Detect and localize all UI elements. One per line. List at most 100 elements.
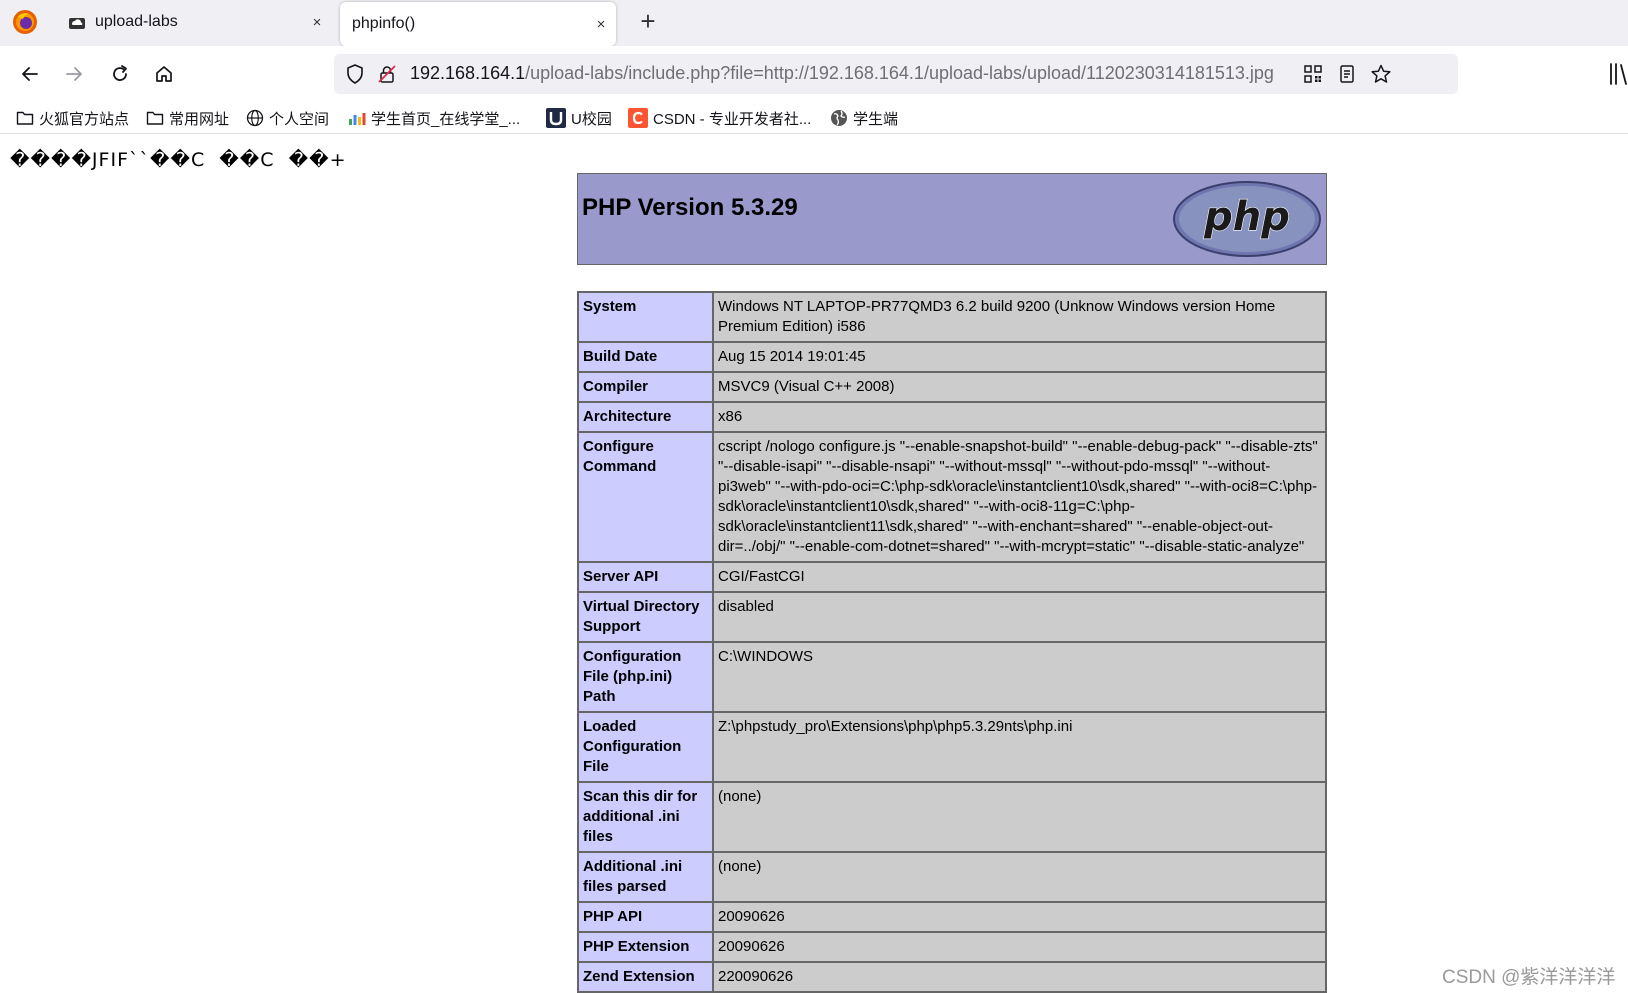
row-key: Compiler	[578, 372, 713, 402]
row-key: Loaded Configuration File	[578, 712, 713, 782]
bookmark-label: U校园	[571, 110, 612, 128]
row-value: cscript /nologo configure.js "--enable-s…	[713, 432, 1326, 562]
globe-icon	[831, 110, 847, 126]
table-row: Build Date Aug 15 2014 19:01:45	[578, 342, 1326, 372]
page-content: ����JFIF``��C ��C ��+ PHP Version 5.3.29…	[0, 135, 1628, 993]
address-bar[interactable]: 192.168.164.1/upload-labs/include.php?fi…	[334, 54, 1458, 94]
chart-icon	[349, 113, 366, 125]
reader-view-icon	[1340, 65, 1354, 83]
url-host: 192.168.164.1	[410, 63, 526, 83]
table-row: Scan this dir for additional .ini files(…	[578, 782, 1326, 852]
row-value: (none)	[713, 852, 1326, 902]
bookmark-u-campus[interactable]: U校园	[546, 106, 612, 130]
forward-button[interactable]	[58, 58, 90, 90]
navigation-toolbar: 192.168.164.1/upload-labs/include.php?fi…	[0, 46, 1628, 102]
row-key: Architecture	[578, 402, 713, 432]
table-row: Configure Command cscript /nologo configu…	[578, 432, 1326, 562]
row-value: (none)	[713, 782, 1326, 852]
tracking-protection-shield-icon[interactable]	[344, 63, 366, 85]
insecure-lock-icon[interactable]	[376, 63, 398, 85]
row-key: Server API	[578, 562, 713, 592]
home-icon	[156, 66, 172, 82]
home-button[interactable]	[148, 58, 180, 90]
tab-title: upload-labs	[95, 13, 178, 30]
table-row: Architecture x86	[578, 402, 1326, 432]
row-value: Z:\phpstudy_pro\Extensions\php\php5.3.29…	[713, 712, 1326, 782]
bookmark-label: 常用网址	[169, 110, 230, 128]
bookmark-csdn[interactable]: CSDN - 专业开发者社...	[628, 106, 811, 130]
table-row: PHP API 20090626	[578, 902, 1326, 932]
row-key: System	[578, 292, 713, 342]
bookmark-label: CSDN - 专业开发者社...	[653, 110, 812, 128]
svg-text:php: php	[1203, 194, 1290, 240]
firefox-logo-icon[interactable]	[12, 9, 38, 35]
new-tab-button[interactable]: +	[632, 6, 664, 38]
php-logo: php	[1173, 181, 1321, 257]
library-icon[interactable]	[1608, 60, 1628, 88]
row-value: C:\WINDOWS	[713, 642, 1326, 712]
row-value: Aug 15 2014 19:01:45	[713, 342, 1326, 372]
star-icon	[1371, 64, 1391, 83]
tab-title: phpinfo()	[352, 15, 416, 32]
arrow-left-icon	[22, 67, 38, 81]
bookmark-label: 学生端	[853, 110, 899, 128]
row-value: 220090626	[713, 962, 1326, 992]
row-value: Windows NT LAPTOP-PR77QMD3 6.2 build 920…	[713, 292, 1326, 342]
bookmark-folder-common[interactable]: 常用网址	[146, 106, 229, 130]
row-key: Configuration File (php.ini) Path	[578, 642, 713, 712]
row-value: disabled	[713, 592, 1326, 642]
qr-code-icon	[1304, 65, 1322, 83]
row-key: Additional .ini files parsed	[578, 852, 713, 902]
u-logo	[546, 108, 566, 128]
row-key: Scan this dir for additional .ini files	[578, 782, 713, 852]
tab-strip: upload-labs × phpinfo() × +	[0, 0, 1628, 46]
bookmark-student-home[interactable]: 学生首页_在线学堂_...	[348, 106, 520, 130]
table-row: Zend Extension 220090626	[578, 962, 1326, 992]
row-value: MSVC9 (Visual C++ 2008)	[713, 372, 1326, 402]
globe-icon	[246, 109, 264, 127]
table-row: Compiler MSVC9 (Visual C++ 2008)	[578, 372, 1326, 402]
bookmark-label: 学生首页_在线学堂_...	[371, 110, 521, 128]
php-version-title: PHP Version 5.3.29	[582, 194, 798, 221]
table-row: Configuration File (php.ini) Path C:\WIND…	[578, 642, 1326, 712]
row-key: Virtual Directory Support	[578, 592, 713, 642]
table-row: Loaded Configuration File Z:\phpstudy_pro…	[578, 712, 1326, 782]
php-version-header: PHP Version 5.3.29 php	[577, 173, 1327, 265]
bookmark-student-client[interactable]: 学生端	[830, 106, 898, 130]
reload-button[interactable]	[104, 58, 136, 90]
url-text[interactable]: 192.168.164.1/upload-labs/include.php?fi…	[410, 63, 1274, 84]
tab-phpinfo[interactable]: phpinfo() ×	[340, 2, 616, 46]
back-button[interactable]	[14, 58, 46, 90]
row-value: 20090626	[713, 902, 1326, 932]
folder-icon	[16, 111, 34, 125]
bookmark-star-button[interactable]	[1368, 62, 1394, 86]
bookmark-folder-firefox[interactable]: 火狐官方站点	[16, 106, 129, 130]
table-row: Virtual Directory Support disabled	[578, 592, 1326, 642]
qr-code-button[interactable]	[1300, 62, 1326, 86]
table-row: System Windows NT LAPTOP-PR77QMD3 6.2 bui…	[578, 292, 1326, 342]
csdn-watermark: CSDN @紫洋洋洋洋	[1442, 967, 1616, 988]
row-value: x86	[713, 402, 1326, 432]
bookmark-label: 个人空间	[269, 110, 330, 128]
reload-icon	[113, 65, 127, 81]
row-value: CGI/FastCGI	[713, 562, 1326, 592]
row-key: Configure Command	[578, 432, 713, 562]
bookmark-label: 火狐官方站点	[39, 110, 130, 128]
csdn-logo	[628, 108, 648, 128]
close-tab-icon[interactable]: ×	[586, 16, 616, 33]
close-tab-icon[interactable]: ×	[302, 14, 332, 31]
binary-garbage-text: ����JFIF``��C ��C ��+	[10, 149, 347, 171]
reader-view-button[interactable]	[1334, 62, 1360, 86]
table-row: Additional .ini files parsed (none)	[578, 852, 1326, 902]
arrow-right-icon	[66, 67, 82, 81]
table-row: PHP Extension 20090626	[578, 932, 1326, 962]
folder-icon	[146, 111, 164, 125]
table-row: Server API CGI/FastCGI	[578, 562, 1326, 592]
row-key: PHP Extension	[578, 932, 713, 962]
bookmarks-toolbar: 火狐官方站点 常用网址 个人空间 学生首页_在线学堂_... U校园 CSDN …	[0, 102, 1628, 134]
row-key: Zend Extension	[578, 962, 713, 992]
row-key: Build Date	[578, 342, 713, 372]
row-key: PHP API	[578, 902, 713, 932]
bookmark-personal-space[interactable]: 个人空间	[246, 106, 329, 130]
tab-upload-labs[interactable]: upload-labs ×	[56, 0, 332, 44]
